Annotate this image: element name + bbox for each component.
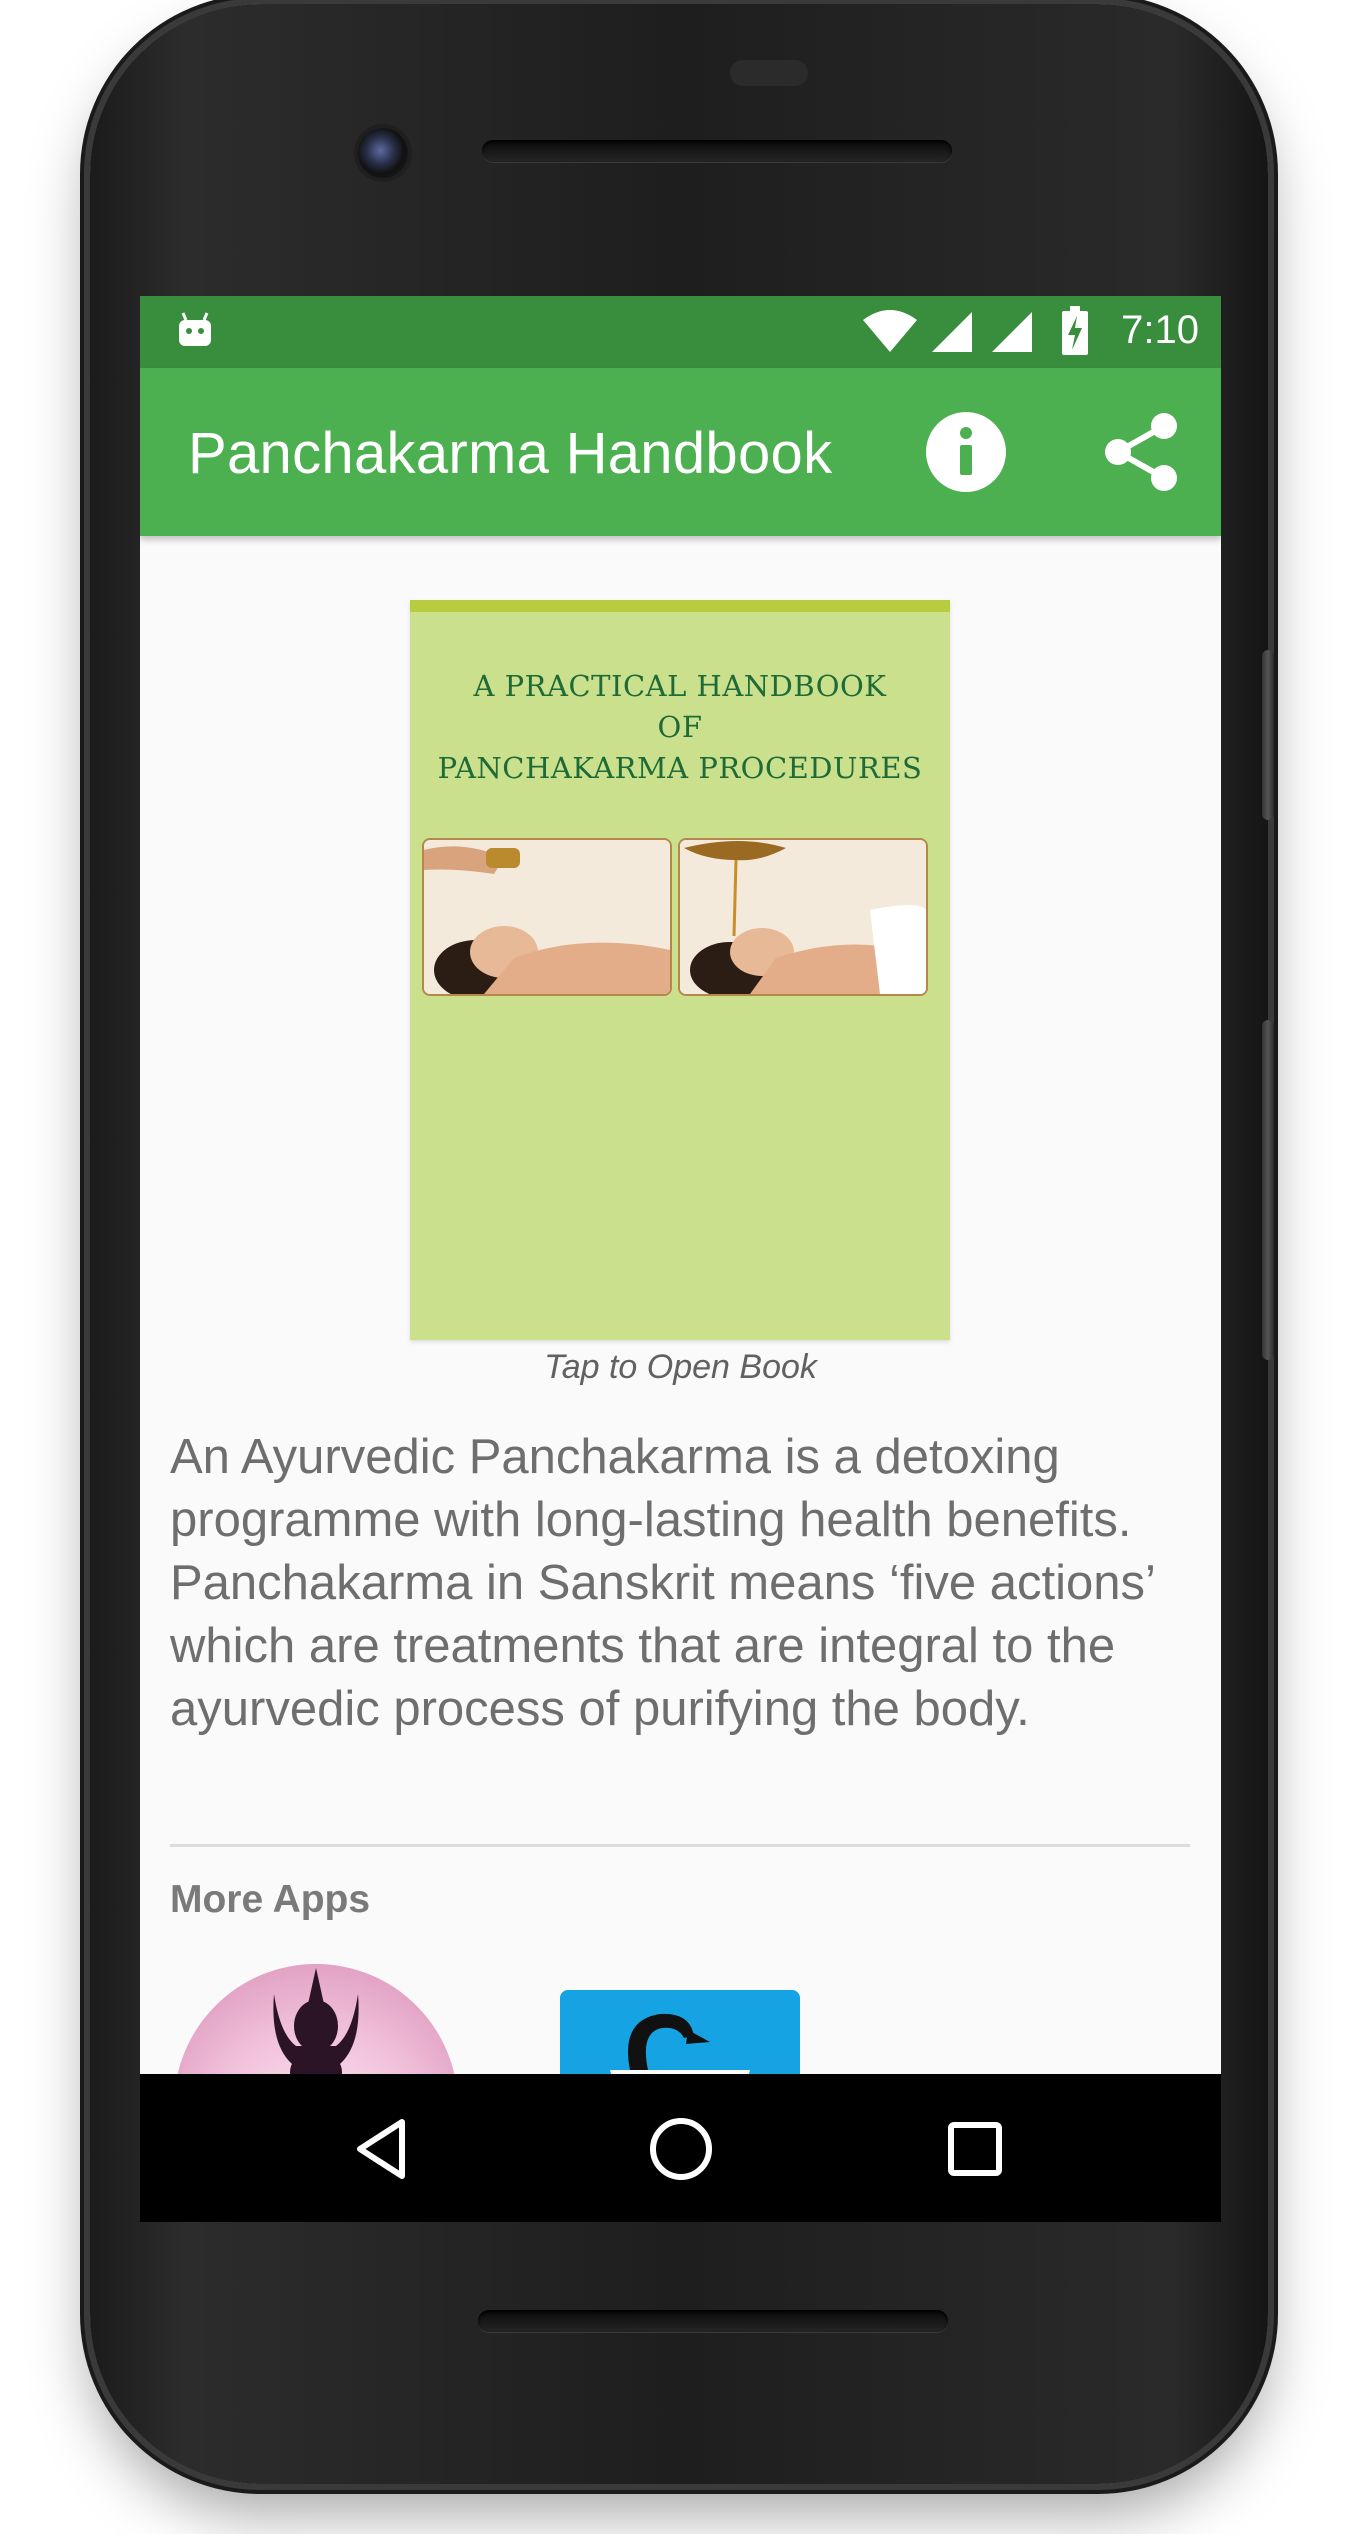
book-cover-title: A PRACTICAL HANDBOOK OF PANCHAKARMA PROC… xyxy=(410,666,950,789)
recents-icon[interactable] xyxy=(930,2104,1020,2194)
wifi-icon xyxy=(863,310,917,352)
open-book-caption: Tap to Open Book xyxy=(544,1348,817,1386)
yoga-pose-icon xyxy=(273,1968,359,2074)
top-speaker-grille xyxy=(482,140,952,162)
navigation-bar xyxy=(140,2074,1221,2222)
volume-button xyxy=(1262,1020,1274,1360)
battery-charging-icon xyxy=(1062,306,1088,355)
cell-signal-icon-2 xyxy=(992,312,1032,352)
app-title: Panchakarma Handbook xyxy=(188,421,833,486)
section-divider xyxy=(170,1844,1190,1847)
earpiece-slot xyxy=(730,60,808,86)
swan-icon xyxy=(610,2013,750,2074)
description-text: An Ayurvedic Panchakarma is a detoxing p… xyxy=(170,1430,1155,1736)
status-bar: 7:10 xyxy=(140,296,1221,368)
book-cover-title-line: A PRACTICAL HANDBOOK xyxy=(473,669,887,703)
front-camera xyxy=(358,128,408,178)
android-debug-icon xyxy=(179,312,211,346)
back-icon[interactable] xyxy=(340,2104,430,2194)
more-app-swan[interactable] xyxy=(560,1990,800,2074)
shirodhara-treatment-illustration xyxy=(678,838,928,996)
power-button xyxy=(1262,650,1274,820)
bottom-speaker-grille xyxy=(478,2310,948,2332)
book-cover[interactable]: A PRACTICAL HANDBOOK OF PANCHAKARMA PROC… xyxy=(410,600,950,1340)
status-time: 7:10 xyxy=(1121,308,1199,352)
app-bar: Panchakarma Handbook xyxy=(140,368,1221,536)
app-screen: 7:10 Panchakarma Handbook A PRACTICAL HA… xyxy=(140,296,1221,2074)
home-icon[interactable] xyxy=(636,2104,726,2194)
more-app-yoga[interactable] xyxy=(174,1964,458,2074)
book-cover-band xyxy=(410,600,950,612)
cell-signal-icon xyxy=(932,312,972,352)
nasya-treatment-illustration xyxy=(422,838,672,996)
info-icon[interactable] xyxy=(924,410,1008,494)
share-icon[interactable] xyxy=(1100,410,1184,494)
book-cover-title-line: OF xyxy=(657,710,703,744)
book-cover-title-line: PANCHAKARMA PROCEDURES xyxy=(437,751,923,785)
more-apps-heading: More Apps xyxy=(170,1878,371,1921)
